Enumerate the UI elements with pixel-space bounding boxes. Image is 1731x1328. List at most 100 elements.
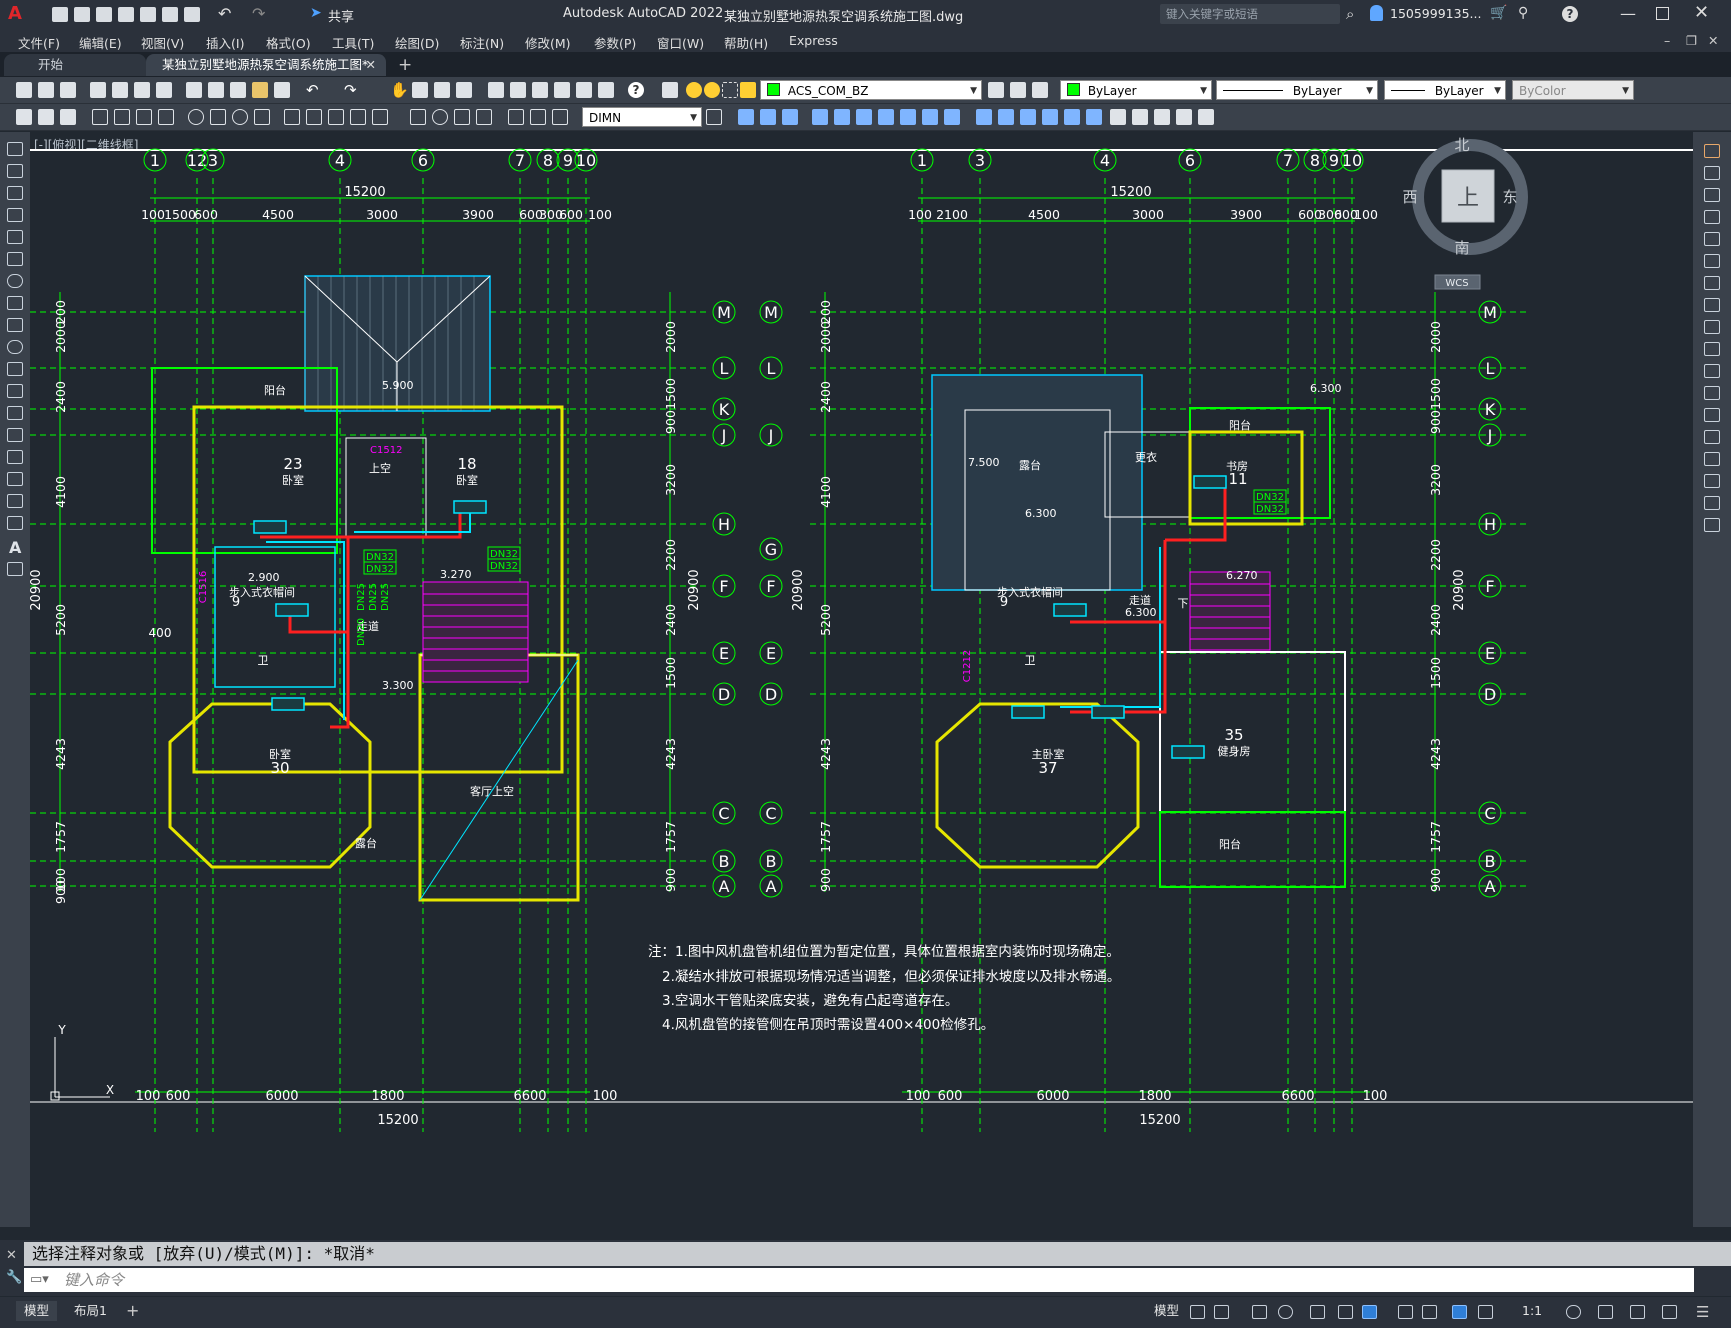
close-command-icon[interactable]: ✕ xyxy=(6,1248,17,1263)
search-icon[interactable]: ⌕ xyxy=(1346,5,1354,23)
dim-update-icon[interactable] xyxy=(552,109,568,125)
radius-dim-icon[interactable] xyxy=(188,109,204,125)
undo-icon[interactable]: ↶ xyxy=(306,82,322,98)
break-icon[interactable] xyxy=(1704,408,1720,422)
draworder-icon[interactable] xyxy=(16,109,32,125)
isolate-icon[interactable] xyxy=(1630,1305,1645,1319)
maximize-icon[interactable] xyxy=(1656,7,1669,20)
undo-icon[interactable]: ↶ xyxy=(218,4,231,23)
menu-help[interactable]: 帮助(H) xyxy=(724,33,768,52)
make-current-layer-icon[interactable] xyxy=(988,82,1004,98)
tab-drawing[interactable]: 某独立别墅地源热泵空调系统施工图* ✕ xyxy=(146,54,386,76)
jogged-linear-icon[interactable] xyxy=(476,109,492,125)
grid-icon[interactable] xyxy=(1190,1305,1205,1319)
make-block-icon[interactable] xyxy=(7,406,23,420)
dim-style-manager-icon[interactable] xyxy=(706,109,722,125)
command-prompt-icon[interactable]: ▭▾ xyxy=(30,1268,49,1292)
dim-text-edit-icon[interactable] xyxy=(530,109,546,125)
publish-icon[interactable] xyxy=(134,82,150,98)
dim-space-icon[interactable] xyxy=(350,109,366,125)
blend-icon[interactable] xyxy=(1064,109,1080,125)
mirror-icon[interactable] xyxy=(760,109,776,125)
plot-icon[interactable] xyxy=(184,7,200,22)
help-icon[interactable]: ? xyxy=(628,82,644,98)
array-icon[interactable] xyxy=(812,109,828,125)
autodesk-app-icon[interactable]: ⚲ xyxy=(1518,5,1528,21)
chamfer-icon[interactable] xyxy=(1020,109,1036,125)
arc-length-icon[interactable] xyxy=(136,109,152,125)
quick-dim-icon[interactable] xyxy=(284,109,300,125)
menu-format[interactable]: 格式(O) xyxy=(266,33,311,52)
join-icon[interactable] xyxy=(998,109,1014,125)
save-icon[interactable] xyxy=(60,82,76,98)
zoom-window-icon[interactable] xyxy=(434,82,450,98)
layer-states-icon[interactable] xyxy=(1032,82,1048,98)
share-button[interactable]: 共享 xyxy=(328,6,354,25)
zoom-previous-icon[interactable] xyxy=(456,82,472,98)
match-prop-icon[interactable] xyxy=(252,82,268,98)
model-space-toggle[interactable]: 模型 xyxy=(1146,1301,1187,1321)
annotation-visibility-icon[interactable] xyxy=(1452,1305,1467,1319)
redo-icon[interactable]: ↷ xyxy=(252,4,265,23)
tolerance-icon[interactable] xyxy=(410,109,426,125)
mtext-icon[interactable]: A xyxy=(9,538,21,557)
revcloud-icon[interactable] xyxy=(7,296,23,310)
3d-print-icon[interactable] xyxy=(156,82,172,98)
pan-icon[interactable]: ✋ xyxy=(390,82,409,98)
break-icon[interactable] xyxy=(976,109,992,125)
scale-icon[interactable] xyxy=(878,109,894,125)
menu-window[interactable]: 窗口(W) xyxy=(657,33,704,52)
move-icon[interactable] xyxy=(834,109,850,125)
osnap-tracking-icon[interactable] xyxy=(1338,1305,1353,1319)
open-web-icon[interactable] xyxy=(140,7,156,22)
layer-on-icon[interactable] xyxy=(686,82,702,98)
polygon-icon[interactable] xyxy=(7,208,23,222)
break-at-point-icon[interactable] xyxy=(1704,386,1720,400)
app-logo-icon[interactable]: A xyxy=(8,5,24,23)
continue-dim-icon[interactable] xyxy=(328,109,344,125)
region-icon[interactable] xyxy=(7,494,23,508)
diameter-dim-icon[interactable] xyxy=(232,109,248,125)
insert-block-icon[interactable] xyxy=(7,384,23,398)
menu-view[interactable]: 视图(V) xyxy=(141,33,184,52)
linear-dim-icon[interactable] xyxy=(92,109,108,125)
dim-break-icon[interactable] xyxy=(372,109,388,125)
trim-icon[interactable] xyxy=(1704,342,1720,356)
new-icon[interactable] xyxy=(16,82,32,98)
ellipse-icon[interactable] xyxy=(7,340,23,354)
dim-front-icon[interactable] xyxy=(60,109,76,125)
zoom-realtime-icon[interactable] xyxy=(412,82,428,98)
copy-icon[interactable] xyxy=(1704,166,1720,180)
isodraft-icon[interactable] xyxy=(1310,1305,1325,1319)
polyline-icon[interactable] xyxy=(7,186,23,200)
osnap-icon[interactable] xyxy=(1362,1305,1377,1319)
layer-viewport-icon[interactable] xyxy=(722,82,738,98)
tool-palettes-icon[interactable] xyxy=(532,82,548,98)
copy-object-icon[interactable] xyxy=(738,109,754,125)
fillet-icon[interactable] xyxy=(1042,109,1058,125)
offset-icon[interactable] xyxy=(1704,210,1720,224)
attach-icon[interactable] xyxy=(1110,109,1126,125)
ordinate-dim-icon[interactable] xyxy=(158,109,174,125)
trim-icon[interactable] xyxy=(922,109,938,125)
markup-icon[interactable] xyxy=(576,82,592,98)
calculator-icon[interactable] xyxy=(598,82,614,98)
help-icon[interactable]: ? xyxy=(1562,6,1578,22)
plot-preview-icon[interactable] xyxy=(112,82,128,98)
extend-icon[interactable] xyxy=(1704,364,1720,378)
adjust-icon[interactable] xyxy=(1154,109,1170,125)
menu-insert[interactable]: 插入(I) xyxy=(206,33,244,52)
tab-layout1[interactable]: 布局1 xyxy=(66,1301,115,1321)
user-icon[interactable] xyxy=(1370,5,1383,21)
save-as-icon[interactable] xyxy=(118,7,134,22)
design-center-icon[interactable] xyxy=(510,82,526,98)
layer-dropdown[interactable]: ACS_COM_BZ ▼ xyxy=(760,80,982,100)
menu-edit[interactable]: 编辑(E) xyxy=(79,33,122,52)
extend-icon[interactable] xyxy=(944,109,960,125)
new-tab-icon[interactable]: + xyxy=(398,55,412,75)
transparency-icon[interactable] xyxy=(1422,1305,1437,1319)
menu-parametric[interactable]: 参数(P) xyxy=(594,33,636,52)
properties-icon[interactable] xyxy=(488,82,504,98)
clip-icon[interactable] xyxy=(1132,109,1148,125)
erase-icon[interactable] xyxy=(1704,144,1720,158)
